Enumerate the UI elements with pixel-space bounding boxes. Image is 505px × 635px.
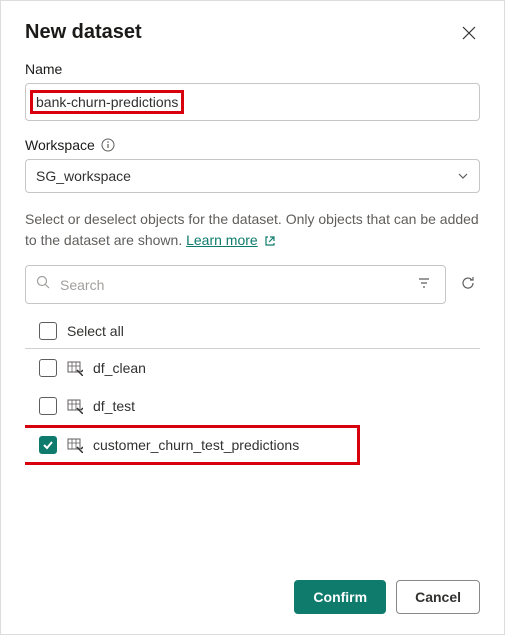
item-label: df_test	[93, 398, 135, 414]
workspace-select-value: SG_workspace	[36, 168, 131, 184]
item-checkbox[interactable]	[39, 397, 57, 415]
chevron-down-icon	[457, 170, 469, 182]
workspace-label: Workspace	[25, 137, 480, 153]
dialog-footer: Confirm Cancel	[25, 568, 480, 614]
new-dataset-dialog: New dataset Name bank-churn-predictions …	[0, 0, 505, 635]
item-checkbox[interactable]	[39, 436, 57, 454]
check-icon	[42, 439, 54, 451]
list-item: df_clean	[25, 349, 480, 387]
object-list: Select all df_clean df_test customer_chu…	[25, 314, 480, 568]
dialog-title: New dataset	[25, 21, 142, 44]
select-all-checkbox[interactable]	[39, 322, 57, 340]
table-icon	[67, 398, 83, 414]
cancel-button[interactable]: Cancel	[396, 580, 480, 614]
search-icon	[36, 275, 50, 294]
name-label: Name	[25, 61, 480, 77]
info-icon[interactable]	[101, 138, 115, 152]
dialog-header: New dataset	[25, 21, 480, 47]
helper-text: Select or deselect objects for the datas…	[25, 209, 480, 251]
select-all-row: Select all	[25, 314, 480, 349]
item-checkbox[interactable]	[39, 359, 57, 377]
filter-button[interactable]	[413, 272, 435, 297]
search-row	[25, 265, 480, 304]
item-label: customer_churn_test_predictions	[93, 437, 299, 453]
close-button[interactable]	[458, 21, 480, 47]
item-label: df_clean	[93, 360, 146, 376]
list-item: df_test	[25, 387, 480, 425]
select-all-label: Select all	[67, 323, 124, 339]
filter-icon	[417, 276, 431, 290]
table-icon	[67, 437, 83, 453]
table-icon	[67, 360, 83, 376]
workspace-field-group: Workspace SG_workspace	[25, 137, 480, 193]
workspace-label-text: Workspace	[25, 137, 95, 153]
workspace-select[interactable]: SG_workspace	[25, 159, 480, 193]
search-input[interactable]	[58, 276, 405, 294]
name-field-group: Name bank-churn-predictions	[25, 61, 480, 121]
name-input-value: bank-churn-predictions	[30, 90, 184, 114]
close-icon	[462, 26, 476, 40]
learn-more-link[interactable]: Learn more	[186, 230, 258, 251]
refresh-icon	[460, 275, 476, 291]
confirm-button[interactable]: Confirm	[294, 580, 386, 614]
name-input[interactable]: bank-churn-predictions	[25, 83, 480, 121]
refresh-button[interactable]	[456, 271, 480, 298]
search-box[interactable]	[25, 265, 446, 304]
external-link-icon	[264, 235, 276, 247]
list-item: customer_churn_test_predictions	[25, 425, 360, 465]
